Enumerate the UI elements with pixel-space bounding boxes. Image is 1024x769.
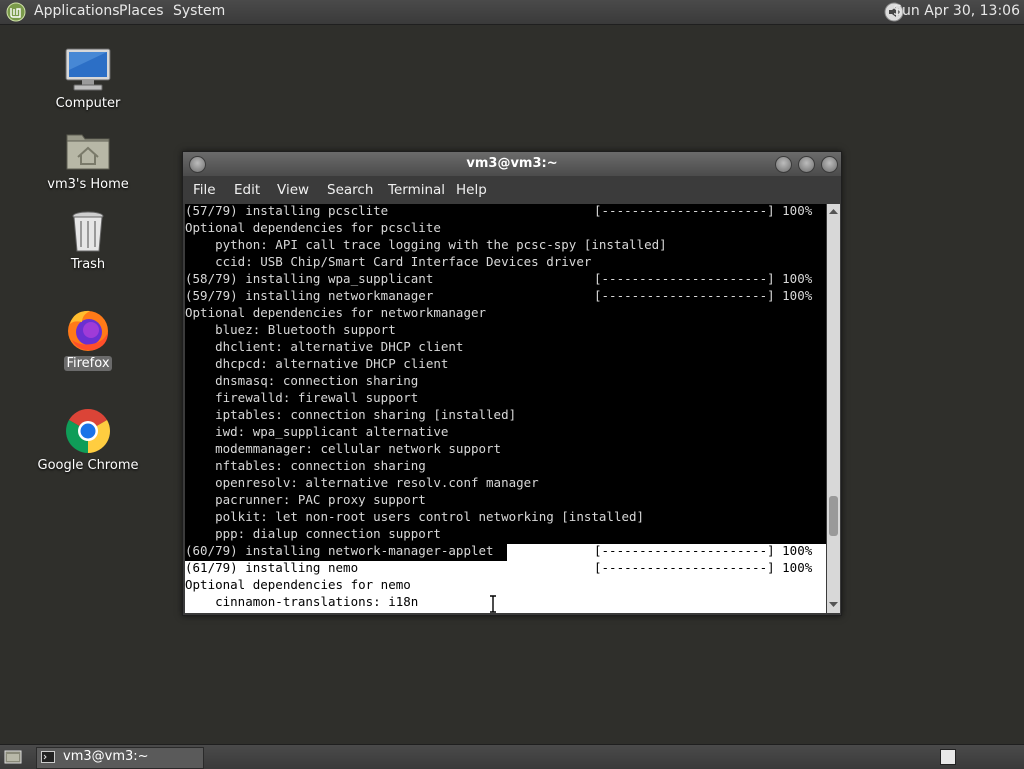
terminal-line: modemmanager: cellular network support (185, 440, 826, 457)
terminal-line: openresolv: alternative resolv.conf mana… (185, 474, 826, 491)
chrome-icon (66, 409, 110, 453)
progress-bar-text: [----------------------] 100% (594, 560, 813, 575)
desktop-icon-home[interactable]: vm3's Home (28, 127, 148, 192)
terminal-scrollbar[interactable] (827, 204, 840, 613)
terminal-line: pacrunner: PAC proxy support (185, 491, 826, 508)
terminal-line: Optional dependencies for networkmanager (185, 304, 826, 321)
terminal-line: iptables: connection sharing [installed] (185, 406, 826, 423)
home-folder-icon (66, 134, 110, 170)
minimize-button[interactable] (775, 156, 792, 173)
terminal-line-text: Optional dependencies for pcsclite (185, 220, 441, 235)
terminal-line-text: polkit: let non-root users control netwo… (185, 509, 645, 524)
terminal-line: Optional dependencies for nemo (185, 576, 826, 593)
terminal-line-text: firewalld: firewall support (185, 390, 419, 405)
terminal-line: polkit: let non-root users control netwo… (185, 508, 826, 525)
terminal-line: bluez: Bluetooth support (185, 321, 826, 338)
terminal-menubar: File Edit View Search Terminal Help (183, 176, 841, 204)
terminal-line-text: ppp: dialup connection support (185, 526, 441, 541)
close-button[interactable] (821, 156, 838, 173)
terminal-line-text: modemmanager: cellular network support (185, 441, 502, 456)
terminal-line: cinnamon-translations: i18n (185, 593, 826, 610)
terminal-line: ppp: dialup connection support (185, 525, 826, 542)
terminal-line-text: iptables: connection sharing [installed] (185, 407, 517, 422)
menu-terminal[interactable]: Terminal (388, 182, 445, 198)
menu-search[interactable]: Search (327, 182, 373, 198)
mint-menu-icon[interactable] (6, 2, 26, 22)
scroll-down-arrow-icon[interactable] (828, 599, 839, 610)
terminal-line: python: API call trace logging with the … (185, 236, 826, 253)
terminal-line-text: (58/79) installing wpa_supplicant (185, 271, 434, 286)
progress-bar-text: [----------------------] 100% (594, 288, 813, 303)
terminal-line-text: openresolv: alternative resolv.conf mana… (185, 475, 539, 490)
window-title: vm3@vm3:~ (466, 156, 558, 171)
terminal-line: (59/79) installing networkmanager [------… (185, 287, 826, 304)
firefox-icon (68, 310, 108, 351)
terminal-window[interactable]: vm3@vm3:~ File Edit View Search Terminal… (182, 151, 842, 616)
terminal-line-text: Optional dependencies for nemo (185, 577, 411, 592)
terminal-line-text: (60/79) installing network-manager-apple… (185, 543, 494, 558)
terminal-line: iwd: wpa_supplicant alternative (185, 423, 826, 440)
terminal-titlebar[interactable]: vm3@vm3:~ (183, 152, 841, 176)
trash-icon (72, 211, 104, 252)
scroll-up-arrow-icon[interactable] (828, 206, 839, 217)
terminal-line: (57/79) installing pcsclite [------------… (185, 204, 826, 219)
desktop-icon-firefox[interactable]: Firefox (28, 306, 148, 371)
places-menu[interactable]: Places (119, 3, 164, 19)
menu-edit[interactable]: Edit (234, 182, 260, 198)
terminal-line-text: dnsmasq: connection sharing (185, 373, 419, 388)
progress-bar-text: [----------------------] 100% (594, 543, 813, 558)
terminal-line-text: Optional dependencies for networkmanager (185, 305, 487, 320)
progress-bar-text: [----------------------] 100% (594, 271, 813, 286)
terminal-line: (58/79) installing wpa_supplicant [------… (185, 270, 826, 287)
terminal-line-text: pacrunner: PAC proxy support (185, 492, 426, 507)
terminal-line-text: (57/79) installing pcsclite (185, 204, 389, 218)
text-cursor-icon (490, 595, 496, 613)
scrollbar-thumb[interactable] (829, 496, 838, 536)
terminal-icon (41, 751, 55, 763)
menu-help[interactable]: Help (456, 182, 487, 198)
terminal-line: Optional dependencies for pcsclite (185, 219, 826, 236)
maximize-button[interactable] (798, 156, 815, 173)
terminal-line: (61/79) installing nemo [----------------… (185, 559, 826, 576)
menu-file[interactable]: File (193, 182, 216, 198)
terminal-line-text: iwd: wpa_supplicant alternative (185, 424, 449, 439)
desktop-icon-label: Google Chrome (37, 458, 139, 473)
top-panel: Applications Places System Sun Apr 30, 1… (0, 0, 1024, 25)
system-menu[interactable]: System (173, 3, 225, 19)
taskbar-button-label: vm3@vm3:~ (63, 749, 149, 764)
desktop-icon-trash[interactable]: Trash (28, 207, 148, 272)
terminal-line-text: cinnamon-translations: i18n (185, 594, 419, 609)
terminal-line-text: nftables: connection sharing (185, 458, 426, 473)
terminal-line-text: python: API call trace logging with the … (185, 237, 667, 252)
computer-icon (65, 48, 111, 91)
desktop-icon-label: vm3's Home (47, 177, 129, 192)
desktop-icon-label: Trash (70, 257, 106, 272)
bottom-panel: vm3@vm3:~ (0, 744, 1024, 769)
desktop-icon-label: Computer (55, 96, 121, 111)
desktop-icon-chrome[interactable]: Google Chrome (28, 406, 148, 473)
workspace-switcher-icon[interactable] (940, 749, 956, 765)
terminal-line-text: ccid: USB Chip/Smart Card Interface Devi… (185, 254, 592, 269)
terminal-line-text: dhclient: alternative DHCP client (185, 339, 464, 354)
terminal-line: dnsmasq: connection sharing (185, 372, 826, 389)
terminal-output[interactable]: (57/79) installing pcsclite [------------… (185, 204, 826, 613)
show-desktop-icon[interactable] (4, 749, 22, 765)
terminal-line-text: (61/79) installing nemo (185, 560, 359, 575)
terminal-line-text: (59/79) installing networkmanager (185, 288, 434, 303)
terminal-line-text: bluez: Bluetooth support (185, 322, 396, 337)
terminal-line: firewalld: firewall support (185, 389, 826, 406)
progress-bar-text: [----------------------] 100% (594, 204, 813, 218)
applications-menu[interactable]: Applications (34, 3, 120, 19)
terminal-line: nftables: connection sharing (185, 457, 826, 474)
menu-view[interactable]: View (277, 182, 309, 198)
desktop-icon-label: Firefox (64, 356, 112, 371)
clock[interactable]: Sun Apr 30, 13:06 (893, 3, 1020, 19)
terminal-line: (60/79) installing network-manager-apple… (185, 542, 826, 559)
terminal-line-text: dhcpcd: alternative DHCP client (185, 356, 449, 371)
desktop-icon-computer[interactable]: Computer (28, 46, 148, 111)
terminal-line: ccid: USB Chip/Smart Card Interface Devi… (185, 253, 826, 270)
taskbar-terminal-button[interactable]: vm3@vm3:~ (36, 747, 204, 769)
terminal-line: dhclient: alternative DHCP client (185, 338, 826, 355)
terminal-line: dhcpcd: alternative DHCP client (185, 355, 826, 372)
